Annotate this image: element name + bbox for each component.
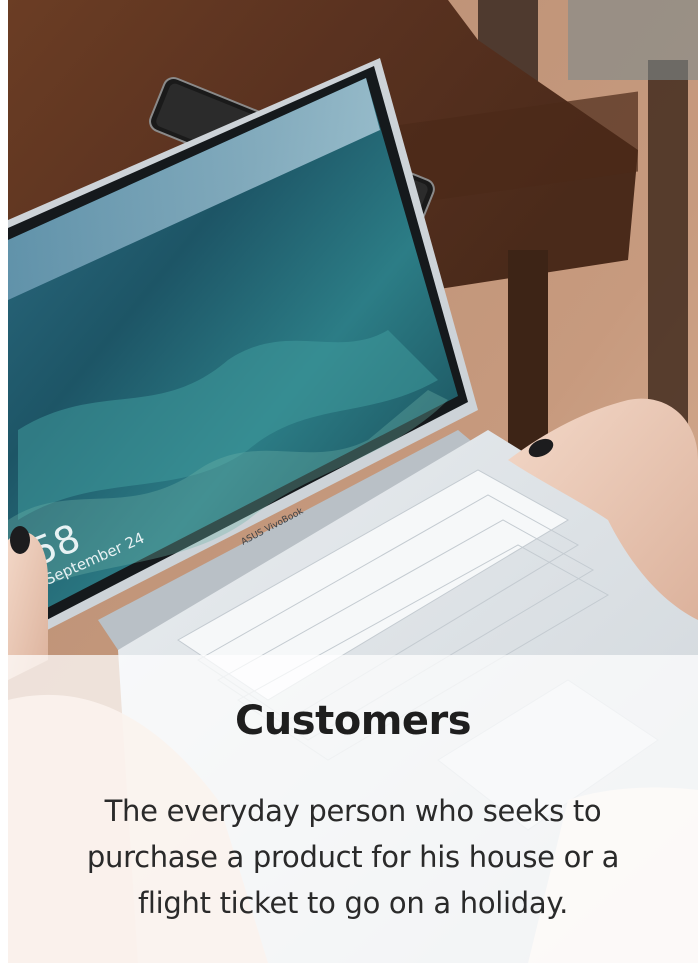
customers-card: 58 day, September 24 ASUS VivoBook Custo… — [8, 0, 698, 963]
window-glare — [568, 0, 698, 80]
card-title: Customers — [234, 698, 472, 744]
card-description: The everyday person who seeks to purchas… — [86, 794, 620, 920]
left-nail — [10, 526, 30, 554]
